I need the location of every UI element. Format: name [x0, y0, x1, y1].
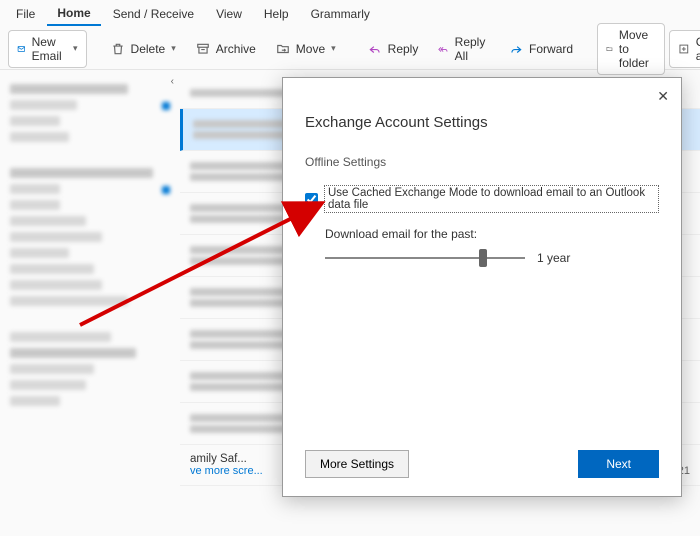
archive-icon — [196, 42, 210, 56]
menu-sendreceive[interactable]: Send / Receive — [103, 3, 204, 25]
trash-icon — [111, 42, 125, 56]
dialog-subtitle: Offline Settings — [305, 155, 659, 169]
folder-item[interactable] — [10, 232, 102, 242]
folder-item[interactable] — [10, 100, 77, 110]
create-button[interactable]: Create a — [669, 30, 700, 68]
movetofolder-label: Move to folder — [619, 28, 656, 70]
chevron-down-icon: ▾ — [171, 43, 176, 54]
slider-value: 1 year — [537, 251, 570, 265]
menu-file[interactable]: File — [6, 3, 45, 25]
archive-label: Archive — [216, 42, 256, 56]
folder-icon — [606, 42, 613, 56]
folder-item[interactable] — [10, 264, 94, 274]
account-header[interactable] — [10, 84, 128, 94]
mail-icon — [17, 42, 26, 56]
menu-help[interactable]: Help — [254, 3, 299, 25]
account-header[interactable] — [10, 348, 136, 358]
new-email-label: New Email — [32, 35, 67, 63]
download-past-label: Download email for the past: — [325, 227, 659, 241]
message-subject: ve more scre... — [190, 465, 263, 477]
create-label: Create a — [696, 35, 700, 63]
more-settings-button[interactable]: More Settings — [305, 450, 409, 478]
chevron-down-icon: ▾ — [73, 43, 78, 54]
move-label: Move — [296, 42, 325, 56]
forward-button[interactable]: Forward — [501, 38, 581, 60]
archive-button[interactable]: Archive — [188, 38, 264, 60]
delete-label: Delete — [131, 42, 166, 56]
account-header[interactable] — [10, 168, 153, 178]
folder-item[interactable] — [10, 216, 86, 226]
menu-home[interactable]: Home — [47, 2, 100, 26]
exchange-settings-dialog: ✕ Exchange Account Settings Offline Sett… — [282, 77, 682, 497]
cached-mode-checkbox[interactable] — [305, 193, 318, 206]
folder-item[interactable] — [10, 248, 69, 258]
forward-icon — [509, 42, 523, 56]
dialog-title: Exchange Account Settings — [305, 114, 659, 131]
folder-item[interactable] — [10, 396, 60, 406]
folder-item[interactable] — [10, 132, 69, 142]
new-email-button[interactable]: New Email ▾ — [8, 30, 87, 68]
reply-icon — [368, 42, 382, 56]
folder-move-icon — [276, 42, 290, 56]
cached-mode-label[interactable]: Use Cached Exchange Mode to download ema… — [324, 185, 659, 213]
download-range-slider[interactable] — [325, 257, 525, 259]
folder-item[interactable] — [10, 200, 60, 210]
menu-bar: File Home Send / Receive View Help Gramm… — [0, 0, 700, 28]
folder-item[interactable] — [10, 380, 86, 390]
reply-all-icon — [438, 42, 448, 56]
close-icon[interactable]: ✕ — [657, 88, 669, 105]
replyall-button[interactable]: Reply All — [430, 31, 497, 67]
forward-label: Forward — [529, 42, 573, 56]
folder-item[interactable] — [10, 184, 60, 194]
folder-item[interactable] — [10, 296, 128, 306]
folder-item[interactable] — [10, 332, 111, 342]
folder-item[interactable] — [10, 116, 60, 126]
unread-badge — [162, 102, 170, 110]
unread-badge — [162, 186, 170, 194]
collapse-chevron-icon[interactable]: ‹ — [171, 76, 174, 87]
folder-item[interactable] — [10, 364, 94, 374]
toolbar: New Email ▾ Delete ▾ Archive Move ▾ Repl… — [0, 28, 700, 70]
folder-pane: ‹ — [0, 70, 180, 536]
menu-grammarly[interactable]: Grammarly — [301, 3, 380, 25]
chevron-down-icon: ▾ — [331, 43, 336, 54]
delete-button[interactable]: Delete ▾ — [103, 38, 184, 60]
next-button[interactable]: Next — [578, 450, 659, 478]
folder-item[interactable] — [10, 280, 102, 290]
reply-button[interactable]: Reply — [360, 38, 427, 60]
replyall-label: Reply All — [455, 35, 489, 63]
move-button[interactable]: Move ▾ — [268, 38, 344, 60]
movetofolder-button[interactable]: Move to folder — [597, 23, 665, 75]
menu-view[interactable]: View — [206, 3, 252, 25]
create-icon — [678, 42, 690, 56]
reply-label: Reply — [388, 42, 419, 56]
